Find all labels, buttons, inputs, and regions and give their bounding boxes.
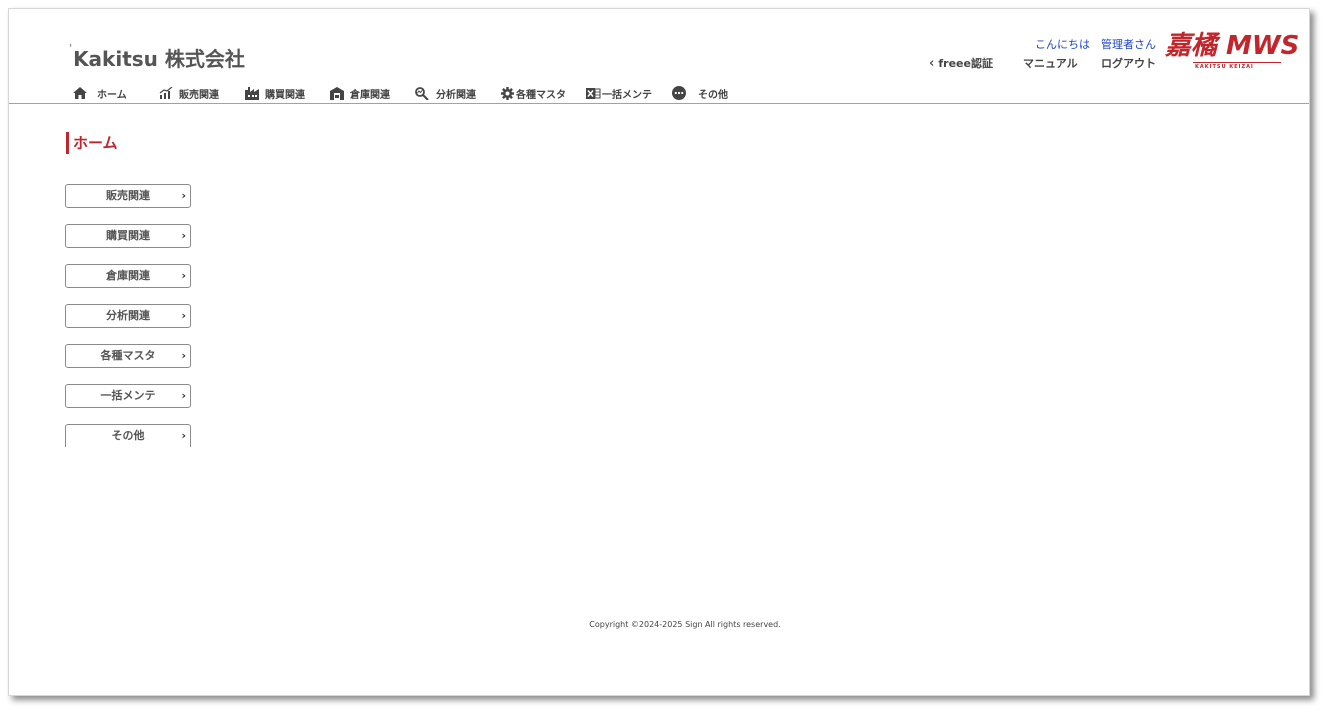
nav-item-label: 倉庫関連: [350, 89, 390, 101]
nav-item-analysis[interactable]: 分析関連: [415, 84, 476, 102]
nav-item-label: 購買関連: [265, 89, 305, 101]
main-nav: ホーム 販売関連 購買関連 倉庫関連 分析関連 各種マスタ 一括メンテ その他: [9, 81, 1309, 104]
warehouse-icon: [330, 86, 344, 100]
manual-link[interactable]: マニュアル: [1023, 55, 1078, 71]
menu-button-label: その他: [111, 429, 145, 442]
logo-main-text: 嘉橘 MWS: [1165, 31, 1300, 61]
nav-item-label: その他: [698, 89, 728, 101]
chevron-right-icon: ›: [181, 349, 186, 362]
freee-auth-label: freee認証: [938, 57, 993, 70]
copyright-text: Copyright ©2024-2025 Sign All rights res…: [589, 620, 781, 629]
excel-icon: [586, 87, 601, 99]
menu-button-sales[interactable]: 販売関連 ›: [65, 184, 191, 208]
menu-button-label: 分析関連: [106, 309, 150, 322]
menu-button-analysis[interactable]: 分析関連 ›: [65, 304, 191, 328]
nav-item-warehouse[interactable]: 倉庫関連: [330, 84, 390, 102]
chevron-right-icon: ›: [181, 309, 186, 322]
menu-button-label: 倉庫関連: [106, 269, 150, 282]
logo-underline: [1193, 62, 1281, 63]
user-name[interactable]: 管理者さん: [1101, 36, 1156, 52]
menu-button-master[interactable]: 各種マスタ ›: [65, 344, 191, 368]
app-window: 'Kakitsu 株式会社 こんにちは 管理者さん ‹ freee認証 マニュアル…: [8, 8, 1310, 696]
tick-mark: ': [69, 43, 73, 54]
page-title: ホーム: [66, 132, 118, 154]
menu-button-label: 各種マスタ: [100, 349, 156, 362]
menu-button-purchase[interactable]: 購買関連 ›: [65, 224, 191, 248]
menu-button-label: 購買関連: [106, 229, 150, 242]
menu-button-bulk[interactable]: 一括メンテ ›: [65, 384, 191, 408]
chevron-right-icon: ›: [181, 229, 186, 242]
menu-button-other[interactable]: その他 ›: [65, 424, 191, 447]
brand-logo[interactable]: 嘉橘 MWS KAKITSU KEIZAI: [1165, 31, 1299, 71]
logo-sub-text: KAKITSU KEIZAI: [1195, 64, 1254, 70]
nav-item-master[interactable]: 各種マスタ: [501, 84, 566, 102]
nav-item-sales[interactable]: 販売関連: [159, 84, 219, 102]
nav-item-label: 一括メンテ: [602, 89, 652, 101]
nav-item-bulk[interactable]: 一括メンテ: [586, 84, 652, 102]
menu-button-label: 販売関連: [106, 189, 150, 202]
chevron-right-icon: ›: [181, 189, 186, 202]
freee-auth-link[interactable]: ‹ freee認証: [929, 55, 993, 71]
home-icon: [73, 87, 87, 99]
sales-chart-icon: [159, 87, 173, 99]
nav-item-home[interactable]: ホーム: [73, 84, 127, 102]
nav-item-label: 各種マスタ: [516, 89, 566, 101]
logout-link[interactable]: ログアウト: [1101, 55, 1156, 71]
nav-item-label: ホーム: [97, 89, 127, 101]
greeting-text: こんにちは: [1035, 38, 1090, 51]
freee-arrow-icon: ‹: [929, 56, 935, 71]
nav-item-label: 分析関連: [436, 89, 476, 101]
menu-button-label: 一括メンテ: [100, 389, 156, 402]
company-name-text: Kakitsu 株式会社: [73, 47, 245, 71]
nav-item-label: 販売関連: [179, 89, 219, 101]
chevron-right-icon: ›: [181, 389, 186, 402]
nav-item-purchase[interactable]: 購買関連: [245, 84, 305, 102]
gear-icon: [501, 86, 514, 100]
analysis-search-icon: [415, 86, 429, 100]
chevron-right-icon: ›: [181, 269, 186, 282]
more-dots-icon: [672, 86, 686, 100]
menu-button-warehouse[interactable]: 倉庫関連 ›: [65, 264, 191, 288]
factory-icon: [245, 86, 259, 100]
company-name: 'Kakitsu 株式会社: [69, 43, 245, 72]
chevron-right-icon: ›: [181, 429, 186, 442]
nav-item-other[interactable]: その他: [672, 84, 728, 102]
